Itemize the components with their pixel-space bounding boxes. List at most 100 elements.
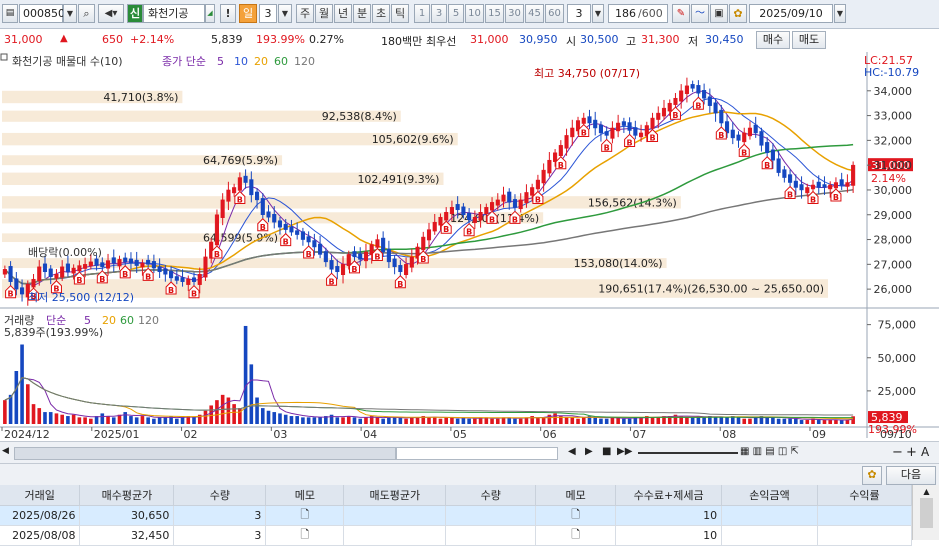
volume-bar	[238, 408, 242, 424]
volume-bar	[249, 364, 254, 424]
x-tick-label: 04	[363, 428, 377, 438]
next-button[interactable]: 다음	[886, 466, 936, 485]
stop-icon[interactable]: ■	[602, 446, 611, 457]
col-sell-memo[interactable]: 메모	[535, 485, 617, 506]
speaker-icon[interactable]: ◀▾	[98, 4, 124, 23]
chart-scroll-track[interactable]	[14, 447, 396, 460]
date-dropdown-icon[interactable]: ▼	[834, 4, 846, 23]
table-row[interactable]: 2025/08/08 32,450 3 🗋 🗋 10	[0, 525, 912, 546]
fee-tax: 10	[615, 505, 723, 526]
candle-body	[507, 191, 512, 203]
preset-3-button[interactable]: 3	[431, 4, 447, 23]
table-row[interactable]: 2025/08/26 30,650 3 🗋 🗋 10	[0, 505, 912, 526]
trade-date: 2025/08/26	[0, 505, 81, 526]
memo-icon[interactable]: 🗋	[265, 505, 345, 526]
period-day-button[interactable]: 일	[239, 4, 257, 23]
buy-button[interactable]: 매수	[756, 31, 790, 49]
col-sell-avg[interactable]: 매도평균가	[343, 485, 447, 506]
memo-icon[interactable]: 🗋	[535, 525, 617, 546]
stock-name[interactable]: 화천기공	[143, 4, 205, 23]
col-fee-tax[interactable]: 수수료+제세금	[615, 485, 723, 506]
scroll-next-icon[interactable]: ▶	[585, 446, 593, 457]
date-input[interactable]: 2025/09/10	[749, 4, 833, 23]
period-dropdown-icon[interactable]: ▼	[278, 4, 292, 23]
price-legend-title: 화천기공 매물대 수(10)	[12, 54, 123, 68]
volume-bar	[255, 397, 259, 424]
memo-icon[interactable]: 🗋	[535, 505, 617, 526]
buy-marker-label: B	[489, 215, 495, 224]
col-buy-memo[interactable]: 메모	[265, 485, 345, 506]
zoom-icons[interactable]: ▦ ▥ ▤ ◫ ⇱	[740, 446, 799, 457]
zoom-slider[interactable]	[638, 452, 738, 454]
col-pnl[interactable]: 손익금액	[721, 485, 819, 506]
candle-body	[398, 265, 403, 273]
compare-chart-icon[interactable]: 〜	[691, 4, 709, 23]
volume-bar	[318, 417, 322, 424]
menu-icon[interactable]: ▤	[2, 4, 18, 23]
buy-marker-label: B	[351, 265, 357, 274]
play-end-icon[interactable]: ▶▶	[617, 446, 632, 457]
memo-icon[interactable]: 🗋	[265, 525, 345, 546]
candle-body	[524, 192, 529, 204]
buy-marker-label: B	[604, 143, 610, 152]
preset-15-button[interactable]: 15	[485, 4, 504, 23]
period-second-button[interactable]: 초	[372, 4, 390, 23]
volume-bar	[650, 417, 655, 424]
preset-30-button[interactable]: 30	[505, 4, 524, 23]
name-dropdown-icon[interactable]: ◢	[205, 4, 215, 23]
volume-profile-label: 64,599(5.9%)	[203, 232, 278, 245]
preset-45-button[interactable]: 45	[525, 4, 544, 23]
zoom-out-icon[interactable]: −	[892, 445, 903, 460]
gear-icon[interactable]: ✿	[729, 4, 747, 23]
font-size-icon[interactable]: A	[921, 445, 929, 459]
scroll-prev-icon[interactable]: ◀	[568, 446, 576, 457]
period-count-input[interactable]: 3	[259, 4, 277, 23]
preset-60-button[interactable]: 60	[545, 4, 564, 23]
candle-body	[833, 182, 838, 189]
volume-bar	[599, 418, 603, 424]
zoom-in-icon[interactable]: +	[906, 445, 917, 460]
tools-icon[interactable]: ✎	[672, 4, 690, 23]
preset-1-button[interactable]: 1	[414, 4, 430, 23]
table-settings-icon[interactable]: ✿	[862, 466, 882, 485]
period-month-button[interactable]: 월	[315, 4, 333, 23]
code-dropdown-icon[interactable]: ▼	[63, 4, 77, 23]
candle-body	[8, 266, 13, 282]
alert-button[interactable]: !	[220, 4, 236, 23]
period-year-button[interactable]: 년	[334, 4, 352, 23]
preset-custom-input[interactable]: 3	[567, 4, 591, 23]
buy-marker-label: B	[99, 275, 105, 284]
candle-body	[747, 127, 753, 137]
save-icon[interactable]: ▣	[710, 4, 728, 23]
volume-bar	[604, 418, 609, 424]
preset-dropdown-icon[interactable]: ▼	[592, 4, 604, 23]
preset-10-button[interactable]: 10	[465, 4, 484, 23]
period-tick-button[interactable]: 틱	[391, 4, 409, 23]
vol-tick-label: 25,000	[878, 385, 917, 398]
table-scrollbar[interactable]: ▲	[912, 485, 939, 540]
x-tick-label: 2024/12	[4, 428, 50, 438]
candle-body	[455, 204, 460, 211]
period-week-button[interactable]: 주	[296, 4, 314, 23]
stock-chart[interactable]: 41,710(3.8%) 92,538(8.4%) 105,602(9.6%) 64,…	[0, 51, 939, 438]
candle-body	[845, 182, 850, 187]
chart-scroll-thumb[interactable]	[396, 447, 558, 460]
volume-bar	[742, 418, 747, 424]
candle-body	[690, 84, 695, 89]
candle-body	[650, 117, 655, 129]
stock-code-input[interactable]: 000850	[19, 4, 65, 23]
period-minute-button[interactable]: 분	[353, 4, 371, 23]
col-buy-avg[interactable]: 매수평균가	[79, 485, 175, 506]
candle-body	[564, 135, 569, 149]
preset-5-button[interactable]: 5	[448, 4, 464, 23]
col-buy-qty[interactable]: 수량	[173, 485, 267, 506]
sell-button[interactable]: 매도	[792, 31, 826, 49]
candle-body	[88, 261, 93, 267]
col-trade-date[interactable]: 거래일	[0, 485, 81, 506]
scroll-left-icon[interactable]: ◀	[2, 446, 12, 458]
search-icon[interactable]: ⌕	[78, 4, 95, 23]
col-return[interactable]: 수익률	[817, 485, 912, 506]
bar-count-input[interactable]: 186	[608, 4, 638, 23]
col-sell-qty[interactable]: 수량	[445, 485, 537, 506]
candle-body	[237, 177, 242, 191]
